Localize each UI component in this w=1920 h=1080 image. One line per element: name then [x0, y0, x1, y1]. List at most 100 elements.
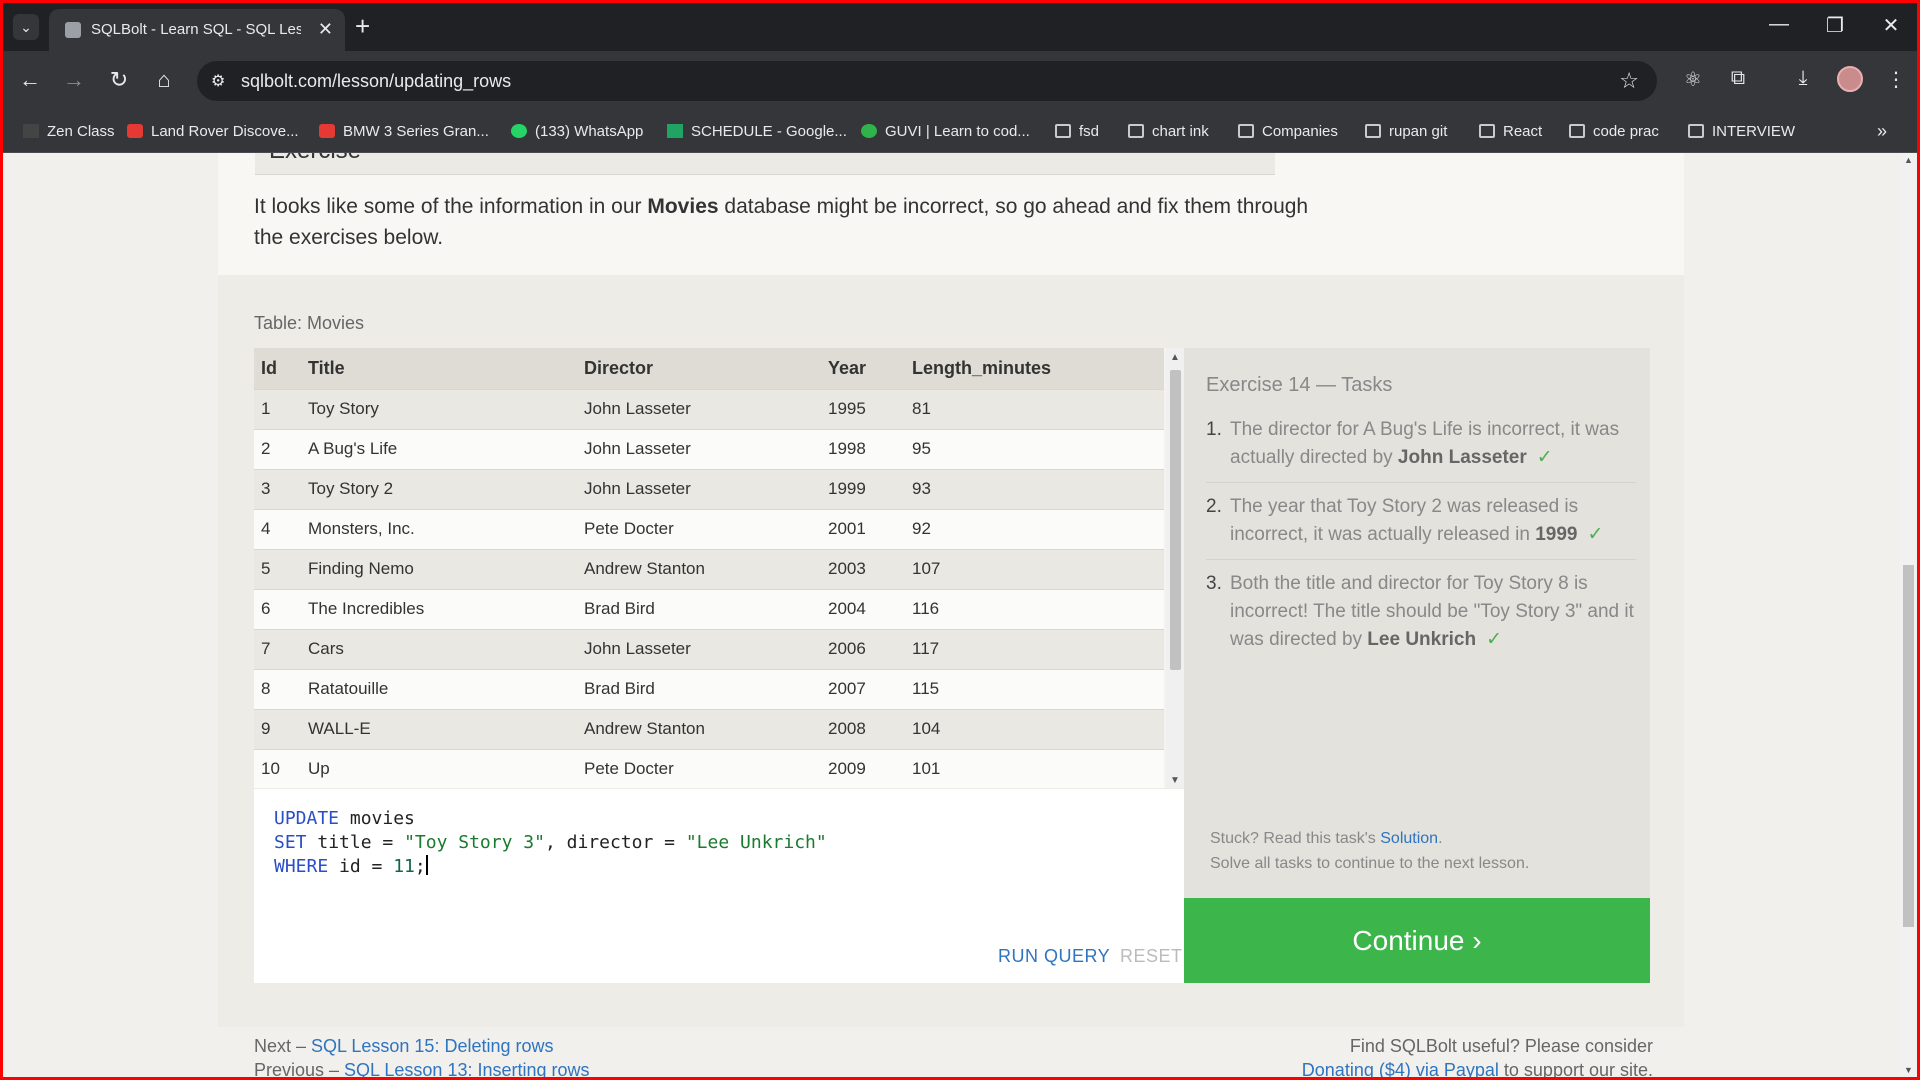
cell-length: 101: [905, 748, 1164, 788]
table-row: 1 Toy Story John Lasseter 1995 81: [254, 388, 1164, 429]
stuck-hint: Stuck? Read this task's Solution. Solve …: [1210, 830, 1530, 872]
cell-director: Pete Docter: [577, 748, 821, 788]
solution-link[interactable]: Solution: [1380, 830, 1438, 847]
cell-year: 2006: [821, 628, 905, 669]
bookmark-folder-rupan-git[interactable]: rupan git: [1365, 123, 1447, 140]
continue-button[interactable]: Continue ›: [1184, 898, 1650, 983]
extension-react-icon[interactable]: ⚛: [1678, 67, 1708, 92]
home-icon[interactable]: ⌂: [149, 67, 179, 93]
close-icon[interactable]: ✕: [318, 19, 333, 40]
tab-bar: ⌄ SQLBolt - Learn SQL - SQL Less ✕ + — ❐…: [3, 3, 1917, 51]
bookmarks-bar: Zen Class Land Rover Discove... BMW 3 Se…: [3, 113, 1917, 153]
folder-icon: [1688, 124, 1704, 138]
next-lesson-link[interactable]: SQL Lesson 15: Deleting rows: [311, 1036, 553, 1056]
site-info-icon[interactable]: ⚙: [211, 71, 225, 91]
tab-active[interactable]: SQLBolt - Learn SQL - SQL Less ✕: [49, 9, 345, 51]
restore-icon[interactable]: ❐: [1815, 13, 1855, 38]
bookmark-bmw[interactable]: BMW 3 Series Gran...: [319, 123, 489, 140]
page-scroll-thumb[interactable]: [1903, 565, 1914, 927]
bookmark-land-rover[interactable]: Land Rover Discove...: [127, 123, 299, 140]
whatsapp-icon: [511, 124, 527, 138]
bookmark-guvi[interactable]: GUVI | Learn to cod...: [861, 123, 1030, 140]
cell-length: 95: [905, 428, 1164, 469]
scroll-up-arrow-icon[interactable]: ▲: [1170, 352, 1180, 363]
cell-id: 6: [254, 588, 301, 629]
col-header-id: Id: [254, 348, 301, 389]
page-content: Exercise It looks like some of the infor…: [3, 153, 1917, 1077]
sql-code[interactable]: UPDATE movies SET title = "Toy Story 3",…: [274, 807, 827, 879]
next-lesson: Next – SQL Lesson 15: Deleting rows: [254, 1036, 554, 1056]
table-scroll-thumb[interactable]: [1170, 370, 1181, 670]
cell-length: 104: [905, 708, 1164, 749]
checkmark-icon: ✓: [1536, 447, 1553, 468]
guvi-icon: [861, 124, 877, 138]
donate-link[interactable]: Donating ($4) via Paypal: [1302, 1060, 1499, 1077]
bookmark-whatsapp[interactable]: (133) WhatsApp: [511, 123, 643, 140]
cell-length: 116: [905, 588, 1164, 629]
cell-id: 10: [254, 748, 301, 788]
forward-arrow-icon[interactable]: →: [59, 67, 89, 93]
table-row: 4 Monsters, Inc. Pete Docter 2001 92: [254, 508, 1164, 549]
extensions-puzzle-icon[interactable]: ⧉: [1723, 67, 1753, 90]
google-sheets-icon: [667, 124, 683, 138]
download-icon[interactable]: ⤓: [1788, 67, 1818, 90]
cell-director: Brad Bird: [577, 668, 821, 709]
scroll-down-arrow-icon[interactable]: ▼: [1170, 775, 1180, 786]
tab-title: SQLBolt - Learn SQL - SQL Less: [91, 21, 301, 38]
cell-year: 1995: [821, 388, 905, 429]
bookmark-folder-code-prac[interactable]: code prac: [1569, 123, 1659, 140]
movies-bold: Movies: [647, 195, 719, 218]
tasks-panel: Exercise 14 — Tasks 1. The director for …: [1184, 348, 1650, 898]
cell-title: Monsters, Inc.: [301, 508, 577, 549]
col-header-title: Title: [301, 348, 577, 389]
cell-director: John Lasseter: [577, 388, 821, 429]
minimize-icon[interactable]: —: [1759, 13, 1799, 36]
bookmark-folder-fsd[interactable]: fsd: [1055, 123, 1099, 140]
page-scroll-up-icon[interactable]: ▲: [1904, 155, 1913, 165]
checkmark-icon: ✓: [1486, 629, 1502, 650]
new-tab-plus-icon[interactable]: +: [355, 13, 370, 39]
folder-icon: [1128, 124, 1144, 138]
back-arrow-icon[interactable]: ←: [15, 67, 45, 93]
cell-director: Andrew Stanton: [577, 708, 821, 749]
cell-director: John Lasseter: [577, 468, 821, 509]
bookmark-folder-chart-ink[interactable]: chart ink: [1128, 123, 1209, 140]
cell-length: 115: [905, 668, 1164, 709]
text-caret: [425, 855, 428, 875]
cell-title: Ratatouille: [301, 668, 577, 709]
page-scroll-down-icon[interactable]: ▼: [1904, 1065, 1913, 1075]
page-scrollbar[interactable]: ▲ ▼: [1900, 153, 1917, 1077]
exercise-heading: Exercise: [255, 153, 1275, 175]
profile-avatar[interactable]: [1837, 66, 1863, 92]
window-close-icon[interactable]: ✕: [1871, 13, 1911, 38]
bookmark-folder-companies[interactable]: Companies: [1238, 123, 1338, 140]
menu-kebab-icon[interactable]: ⋮: [1881, 67, 1911, 92]
url-text[interactable]: sqlbolt.com/lesson/updating_rows: [241, 71, 511, 92]
bookmark-schedule[interactable]: SCHEDULE - Google...: [667, 123, 847, 140]
bookmark-folder-react[interactable]: React: [1479, 123, 1542, 140]
cell-title: WALL-E: [301, 708, 577, 749]
zen-class-icon: [23, 124, 39, 138]
bookmark-zen-class[interactable]: Zen Class: [23, 123, 115, 140]
reset-button[interactable]: RESET: [1120, 946, 1183, 967]
exercise-intro: It looks like some of the information in…: [254, 195, 1309, 249]
reload-icon[interactable]: ↻: [104, 67, 134, 93]
table-scrollbar[interactable]: ▲ ▼: [1166, 348, 1184, 788]
youtube-icon: [127, 124, 143, 138]
movies-table-container[interactable]: Id Title Director Year Length_minutes 1T…: [254, 348, 1184, 788]
bookmark-folder-interview[interactable]: INTERVIEW: [1688, 123, 1795, 140]
tab-search-chevron-icon[interactable]: ⌄: [13, 14, 39, 40]
bookmark-star-icon[interactable]: ☆: [1619, 68, 1639, 94]
bookmarks-overflow-chevron-icon[interactable]: »: [1877, 121, 1887, 142]
browser-toolbar: ← → ↻ ⌂ ⚙ sqlbolt.com/lesson/updating_ro…: [3, 51, 1917, 113]
previous-lesson-link[interactable]: SQL Lesson 13: Inserting rows: [344, 1060, 589, 1077]
cell-year: 2009: [821, 748, 905, 788]
table-row: 7 Cars John Lasseter 2006 117: [254, 628, 1164, 669]
table-row: 2A Bug's Life John Lasseter 1998 95: [254, 428, 1164, 469]
address-bar[interactable]: ⚙ sqlbolt.com/lesson/updating_rows ☆: [197, 61, 1657, 101]
cell-length: 93: [905, 468, 1164, 509]
col-header-director: Director: [577, 348, 821, 389]
task-list: 1. The director for A Bug's Life is inco…: [1206, 416, 1636, 674]
sql-editor[interactable]: UPDATE movies SET title = "Toy Story 3",…: [254, 789, 1184, 983]
run-query-button[interactable]: RUN QUERY: [998, 946, 1110, 967]
